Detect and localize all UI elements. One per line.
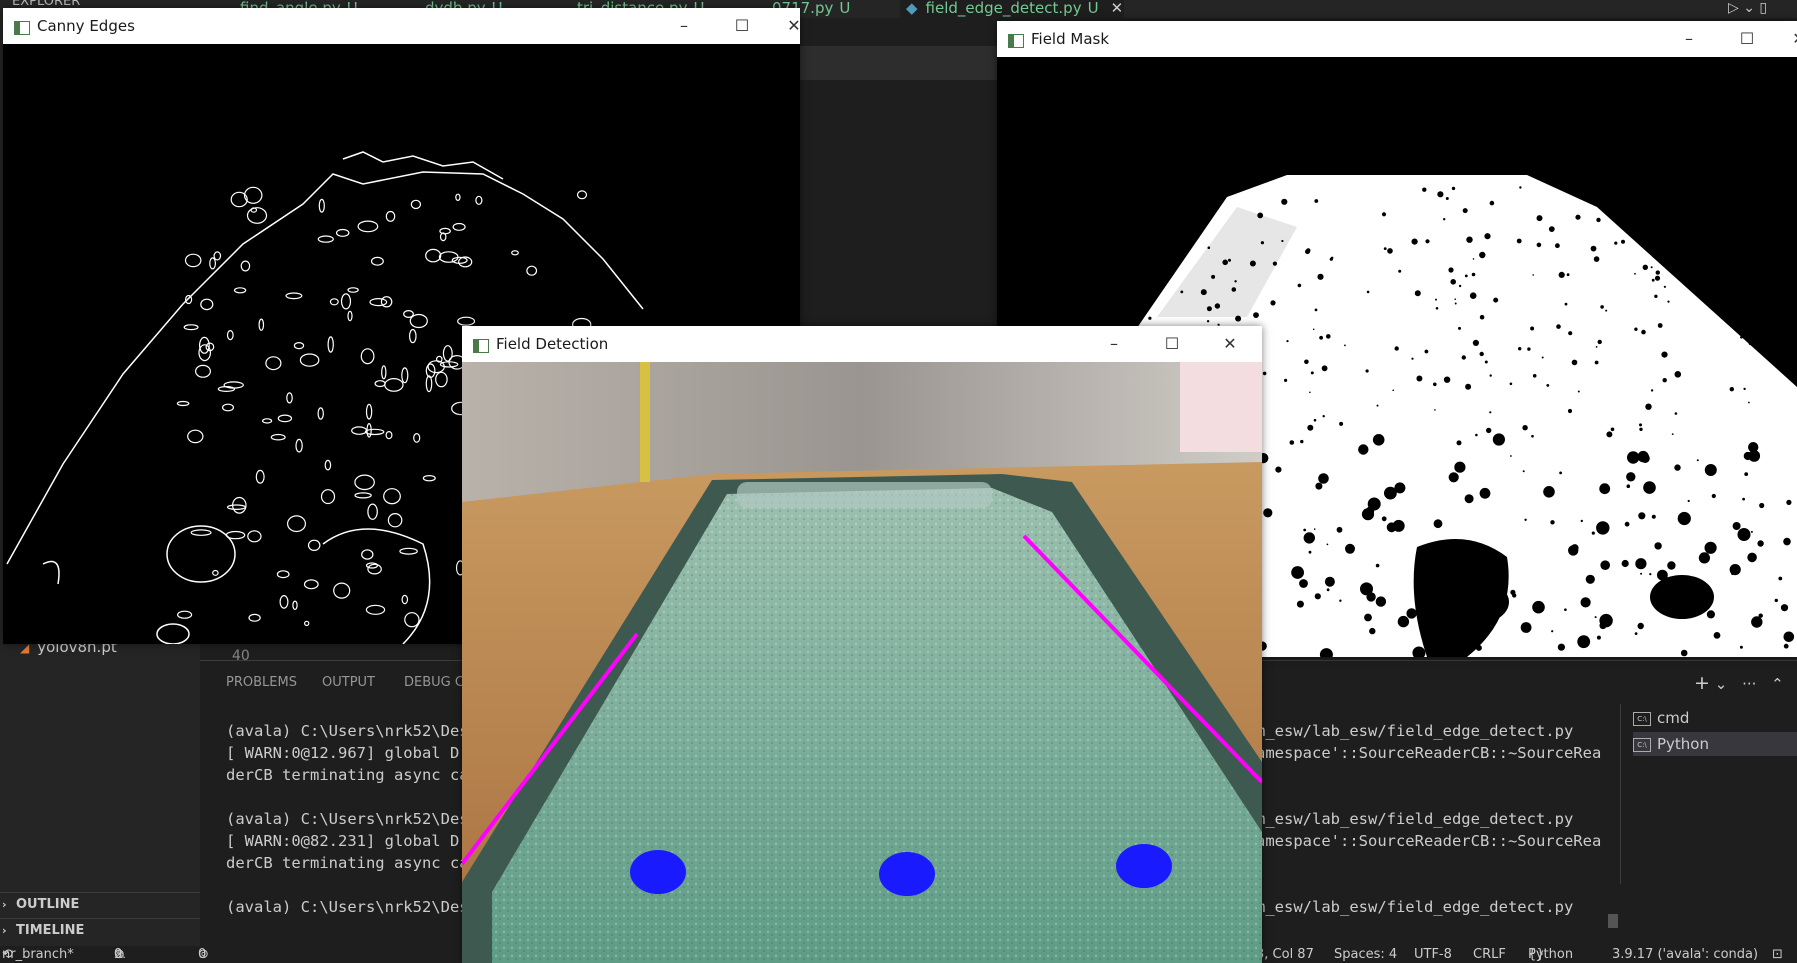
- chevron-down-icon[interactable]: ⌄: [1715, 675, 1728, 693]
- close-button[interactable]: ✕: [1779, 25, 1797, 53]
- terminal-label: Python: [1657, 735, 1709, 753]
- terminal-label: cmd: [1657, 709, 1690, 727]
- close-icon[interactable]: ✕: [1111, 0, 1124, 17]
- chevron-up-icon[interactable]: ⌃: [1771, 675, 1784, 693]
- tab-output[interactable]: OUTPUT: [322, 675, 375, 690]
- indentation[interactable]: Spaces: 4: [1334, 946, 1397, 963]
- run-controls[interactable]: ▷ ⌄ ▯: [1728, 0, 1767, 16]
- minimize-button[interactable]: –: [1094, 330, 1134, 358]
- field-detection-drawing: [462, 362, 1262, 963]
- run-icon[interactable]: ▷: [1728, 0, 1739, 16]
- terminal-line: amespace'::SourceReaderCB::~SourceRea: [1256, 832, 1602, 850]
- chevron-down-icon[interactable]: ⌄: [1743, 0, 1755, 16]
- python-file-icon: ◆: [906, 0, 918, 17]
- timeline-section[interactable]: › TIMELINE: [0, 918, 200, 943]
- outline-section[interactable]: › OUTLINE: [0, 892, 200, 917]
- maximize-button[interactable]: ☐: [1727, 25, 1767, 53]
- terminal-line: m_esw/lab_esw/field_edge_detect.py: [1256, 722, 1574, 740]
- outline-label: OUTLINE: [16, 897, 80, 912]
- app-icon: [14, 21, 30, 35]
- terminal-scrollbar[interactable]: [1608, 914, 1618, 928]
- window-titlebar[interactable]: Field Detection – ☐ ✕: [462, 326, 1262, 362]
- terminal-line: (avala) C:\Users\nrk52\Des: [226, 898, 469, 916]
- maximize-button[interactable]: ☐: [722, 12, 762, 40]
- chevron-right-icon: ›: [2, 924, 7, 937]
- minimize-button[interactable]: –: [664, 12, 704, 40]
- sync-icon: ⟲: [2, 947, 13, 962]
- ports-count: 0: [198, 947, 207, 962]
- field-detection-window[interactable]: Field Detection – ☐ ✕: [462, 326, 1262, 963]
- terminal-line: [ WARN:0@12.967] global D:: [226, 744, 469, 762]
- tab-label: field_edge_detect.py: [925, 0, 1082, 17]
- terminal-line: derCB terminating async ca: [226, 854, 469, 872]
- split-editor-icon[interactable]: ▯: [1759, 0, 1767, 16]
- app-icon: [1008, 34, 1024, 48]
- maximize-button[interactable]: ☐: [1152, 330, 1192, 358]
- encoding[interactable]: UTF-8: [1414, 946, 1452, 963]
- chevron-right-icon: ›: [2, 898, 7, 911]
- window-title: Field Detection: [496, 335, 609, 353]
- cursor-position[interactable]: 3, Col 87: [1256, 946, 1314, 963]
- terminal-output-left[interactable]: (avala) C:\Users\nrk52\Des [ WARN:0@12.96…: [226, 720, 469, 918]
- tab-status: U: [1087, 0, 1099, 17]
- language-label: Python: [1528, 947, 1574, 962]
- terminal-icon: C:\: [1633, 737, 1651, 752]
- timeline-label: TIMELINE: [16, 923, 85, 938]
- python-interpreter[interactable]: 3.9.17 ('avala': conda): [1612, 946, 1758, 963]
- terminal-line: m_esw/lab_esw/field_edge_detect.py: [1256, 898, 1574, 916]
- close-button[interactable]: ✕: [1210, 330, 1250, 358]
- window-titlebar[interactable]: Canny Edges – ☐ ✕: [3, 8, 801, 44]
- blue-ball: [1116, 844, 1172, 888]
- end-of-line[interactable]: CRLF: [1473, 946, 1506, 963]
- terminal-line: [ WARN:0@82.231] global D:: [226, 832, 469, 850]
- warning-count: 0: [114, 947, 123, 962]
- terminal-line: amespace'::SourceReaderCB::~SourceRea: [1256, 744, 1602, 762]
- window-title: Field Mask: [1031, 30, 1110, 48]
- terminal-line: derCB terminating async ca: [226, 766, 469, 784]
- window-titlebar[interactable]: Field Mask – ☐ ✕: [997, 21, 1797, 57]
- terminal-icon: C:\: [1633, 711, 1651, 726]
- terminal-item-cmd[interactable]: C:\ cmd: [1633, 706, 1797, 730]
- tab-status: U: [839, 0, 851, 17]
- blue-ball: [879, 852, 935, 896]
- notifications-icon[interactable]: ⊡: [1772, 946, 1783, 963]
- app-icon: [473, 339, 489, 353]
- field-detection-image: [462, 362, 1262, 963]
- terminal-line: (avala) C:\Users\nrk52\Des: [226, 722, 469, 740]
- minimize-button[interactable]: –: [1669, 25, 1709, 53]
- tab-problems[interactable]: PROBLEMS: [226, 675, 297, 690]
- terminal-list: C:\ cmd C:\ Python: [1620, 704, 1797, 884]
- editor-breadcrumb-area: [800, 46, 1000, 80]
- panel-toolbar: + ⌄ ··· ⌃: [1694, 672, 1784, 694]
- tab-field-edge-detect[interactable]: ◆ field_edge_detect.py U ✕: [900, 0, 1124, 18]
- blue-ball: [630, 850, 686, 894]
- terminal-line: (avala) C:\Users\nrk52\Des: [226, 810, 469, 828]
- more-icon[interactable]: ···: [1742, 675, 1756, 693]
- terminal-item-python[interactable]: C:\ Python: [1633, 732, 1797, 756]
- terminal-line: m_esw/lab_esw/field_edge_detect.py: [1256, 810, 1574, 828]
- close-button[interactable]: ✕: [774, 12, 814, 40]
- window-title: Canny Edges: [37, 17, 135, 35]
- add-terminal-icon[interactable]: +: [1694, 672, 1710, 694]
- terminal-output-right[interactable]: m_esw/lab_esw/field_edge_detect.pyamespa…: [1256, 720, 1601, 918]
